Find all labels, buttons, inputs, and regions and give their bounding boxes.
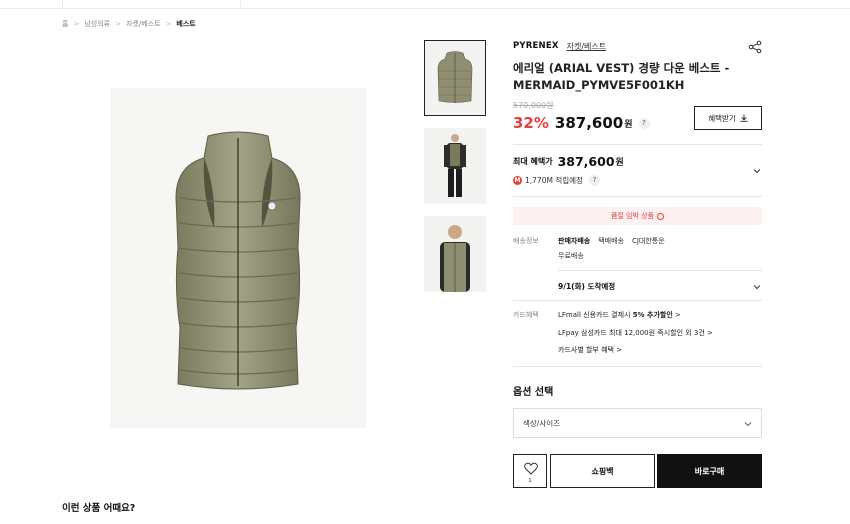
max-benefit-price: 387,600 bbox=[557, 154, 615, 169]
category-link[interactable]: 자켓/베스트 bbox=[567, 41, 607, 52]
shipping-seller: 판매자배송 bbox=[558, 237, 591, 245]
divider bbox=[513, 196, 762, 197]
breadcrumb-current[interactable]: 베스트 bbox=[176, 19, 195, 29]
alert-text: 품절 임박 상품 bbox=[610, 212, 655, 220]
product-info: PYRENEX 자켓/베스트 에리얼 (ARIAL VEST) 경량 다운 베스… bbox=[513, 38, 762, 133]
thumbnail-1[interactable] bbox=[424, 40, 486, 116]
chevron-down-icon[interactable] bbox=[752, 166, 762, 176]
divider bbox=[558, 270, 762, 271]
buy-now-button[interactable]: 바로구매 bbox=[657, 454, 762, 488]
option-placeholder: 색상/사이즈 bbox=[523, 418, 561, 428]
mileage-help-icon[interactable]: ? bbox=[588, 175, 600, 186]
mileage-points: 1,770M 적립예정 bbox=[525, 176, 583, 185]
header-divider bbox=[0, 0, 850, 9]
heart-icon bbox=[524, 462, 538, 475]
thumbnail-list bbox=[424, 40, 486, 304]
breadcrumb-jacket[interactable]: 자켓/베스트 bbox=[126, 19, 161, 29]
chevron-right-icon: > bbox=[672, 311, 681, 319]
breadcrumb: 홈 > 남성의류 > 자켓/베스트 > 베스트 bbox=[62, 19, 196, 29]
price-help-icon[interactable]: ? bbox=[638, 117, 650, 129]
delivery-eta[interactable]: 9/1(화) 도착예정 bbox=[558, 281, 615, 292]
chevron-right-icon: > bbox=[613, 346, 623, 354]
vest-thumbnail bbox=[437, 51, 473, 103]
price-currency: 원 bbox=[624, 119, 633, 130]
breadcrumb-mens[interactable]: 남성의류 bbox=[84, 19, 110, 29]
download-icon bbox=[740, 114, 748, 122]
thumbnail-3[interactable] bbox=[424, 216, 486, 292]
thumbnail-2[interactable] bbox=[424, 128, 486, 204]
share-icon[interactable] bbox=[748, 40, 762, 54]
model-half-thumbnail bbox=[440, 225, 470, 292]
like-count: 1 bbox=[528, 478, 532, 484]
chevron-right-icon: > bbox=[73, 20, 80, 28]
like-button[interactable]: 1 bbox=[513, 454, 547, 488]
purchase-actions: 1 쇼핑백 바로구매 bbox=[513, 454, 762, 488]
card-benefit-installment[interactable]: 카드사별 할부 혜택 > bbox=[558, 345, 622, 355]
max-benefit-currency: 원 bbox=[615, 158, 624, 168]
discount-rate: 32% bbox=[513, 114, 549, 132]
recommend-title: 이런 상품 어때요? bbox=[62, 503, 136, 514]
divider bbox=[513, 366, 762, 367]
chevron-right-icon: > bbox=[165, 20, 172, 28]
mileage-icon: M bbox=[513, 176, 522, 185]
card-benefit-label: 카드혜택 bbox=[513, 311, 539, 319]
shipping-type: 택배배송 bbox=[598, 237, 624, 245]
shipping-fee: 무료배송 bbox=[558, 252, 584, 260]
breadcrumb-home[interactable]: 홈 bbox=[62, 19, 68, 29]
max-benefit-label: 최대 혜택가 bbox=[513, 157, 553, 166]
chevron-down-icon bbox=[744, 422, 752, 427]
divider bbox=[513, 300, 762, 301]
shipping-label: 배송정보 bbox=[513, 237, 539, 245]
shipping-carrier: CJ대한통운 bbox=[631, 237, 665, 245]
max-benefit-section[interactable]: 최대 혜택가 387,600 원 M 1,770M 적립예정 ? bbox=[513, 154, 762, 186]
get-benefit-button[interactable]: 혜택받기 bbox=[694, 106, 762, 130]
shopping-bag-button[interactable]: 쇼핑백 bbox=[550, 454, 655, 488]
model-full-thumbnail bbox=[444, 134, 466, 197]
option-title: 옵션 선택 bbox=[513, 387, 554, 398]
clock-icon bbox=[657, 212, 665, 220]
chevron-right-icon: > bbox=[115, 20, 121, 28]
sold-out-soon-alert: 품절 임박 상품 bbox=[513, 207, 762, 225]
chevron-down-icon[interactable] bbox=[752, 282, 762, 292]
product-title: 에리얼 (ARIAL VEST) 경량 다운 베스트 - MERMAID_PYM… bbox=[513, 61, 730, 92]
card-benefit-lfmall[interactable]: LFmall 신용카드 결제시 5% 추가할인 > bbox=[558, 310, 681, 320]
divider bbox=[513, 144, 762, 145]
chevron-right-icon: > bbox=[704, 329, 713, 337]
product-main-image[interactable] bbox=[110, 88, 366, 428]
brand-name[interactable]: PYRENEX bbox=[513, 41, 559, 51]
option-select[interactable]: 색상/사이즈 bbox=[513, 408, 762, 438]
get-benefit-label: 혜택받기 bbox=[708, 113, 736, 123]
vest-image bbox=[175, 131, 301, 390]
sale-price: 387,600 bbox=[554, 114, 624, 132]
card-benefit-lfpay[interactable]: LFpay 삼성카드 최대 12,000원 즉시할인 외 3건 > bbox=[558, 328, 713, 338]
